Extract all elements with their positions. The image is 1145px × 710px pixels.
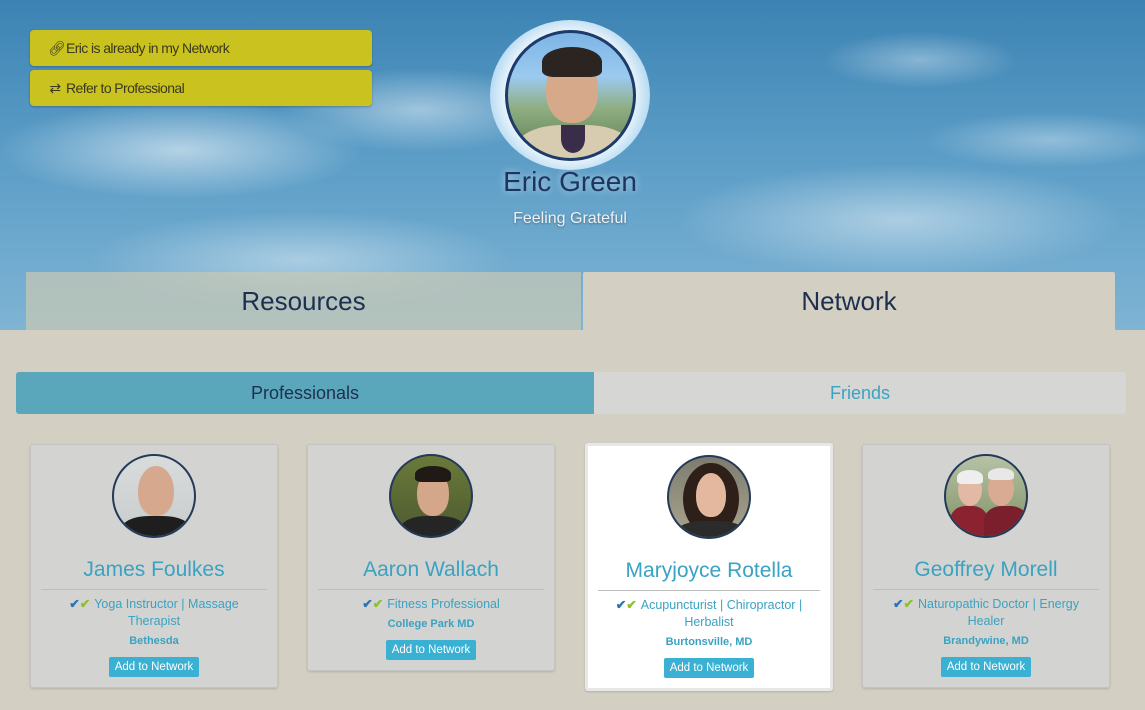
add-to-network-button[interactable]: Add to Network	[663, 658, 755, 678]
avatar	[667, 455, 751, 539]
professional-name[interactable]: Geoffrey Morell	[863, 558, 1109, 582]
professional-card: Geoffrey Morell ✔✔ Naturopathic Doctor | …	[862, 444, 1110, 688]
link-icon: 🔗︎	[48, 39, 66, 56]
avatar	[389, 454, 473, 538]
refer-to-professional-button[interactable]: ⇄ Refer to Professional	[30, 70, 372, 106]
role-text: Fitness Professional	[387, 597, 500, 611]
profile-name: Eric Green	[503, 166, 637, 197]
professional-card: Aaron Wallach ✔✔ Fitness Professional Col…	[307, 444, 555, 671]
professional-card: James Foulkes ✔✔ Yoga Instructor | Massag…	[30, 444, 278, 688]
professional-role: ✔✔ Fitness Professional	[308, 596, 554, 613]
verified-check-icon: ✔✔	[893, 597, 914, 611]
professional-location: College Park MD	[387, 618, 475, 630]
tab-resources[interactable]: Resources	[26, 272, 581, 330]
subtab-professionals[interactable]: Professionals	[16, 372, 594, 414]
tab-network[interactable]: Network	[583, 272, 1115, 330]
profile-status: Feeling Grateful	[513, 210, 627, 227]
verified-check-icon: ✔✔	[362, 597, 384, 611]
divider	[41, 589, 267, 590]
add-to-network-button[interactable]: Add to Network	[385, 640, 477, 660]
role-text: Naturopathic Doctor | Energy Healer	[918, 597, 1079, 628]
already-in-network-button[interactable]: 🔗︎ Eric is already in my Network	[30, 30, 372, 66]
avatar	[112, 454, 196, 538]
refer-to-professional-label: Refer to Professional	[66, 80, 185, 96]
divider	[873, 589, 1099, 590]
transfer-arrows-icon: ⇄	[49, 79, 61, 96]
role-text: Yoga Instructor | Massage Therapist	[94, 597, 239, 628]
role-text: Acupuncturist | Chiropractor | Herbalist	[640, 598, 803, 629]
subtab-friends[interactable]: Friends	[594, 372, 1126, 414]
add-to-network-button[interactable]: Add to Network	[108, 657, 200, 677]
professional-role: ✔✔ Naturopathic Doctor | Energy Healer	[863, 596, 1109, 630]
professional-role: ✔✔ Acupuncturist | Chiropractor | Herbali…	[588, 597, 830, 631]
add-to-network-button[interactable]: Add to Network	[940, 657, 1032, 677]
professional-location: Burtonsville, MD	[665, 636, 753, 648]
professional-role: ✔✔ Yoga Instructor | Massage Therapist	[31, 596, 277, 630]
professional-name[interactable]: Maryjoyce Rotella	[588, 559, 830, 583]
divider	[598, 590, 820, 591]
professional-card-highlighted: Maryjoyce Rotella ✔✔ Acupuncturist | Chir…	[585, 443, 833, 691]
verified-check-icon: ✔✔	[69, 597, 91, 611]
divider	[318, 589, 544, 590]
avatar	[944, 454, 1028, 538]
professional-location: Brandywine, MD	[943, 635, 1029, 647]
professional-name[interactable]: James Foulkes	[31, 558, 277, 582]
profile-avatar	[505, 30, 636, 161]
professional-location: Bethesda	[129, 635, 179, 647]
verified-check-icon: ✔✔	[615, 598, 637, 612]
professional-name[interactable]: Aaron Wallach	[308, 558, 554, 582]
already-in-network-label: Eric is already in my Network	[66, 40, 230, 56]
